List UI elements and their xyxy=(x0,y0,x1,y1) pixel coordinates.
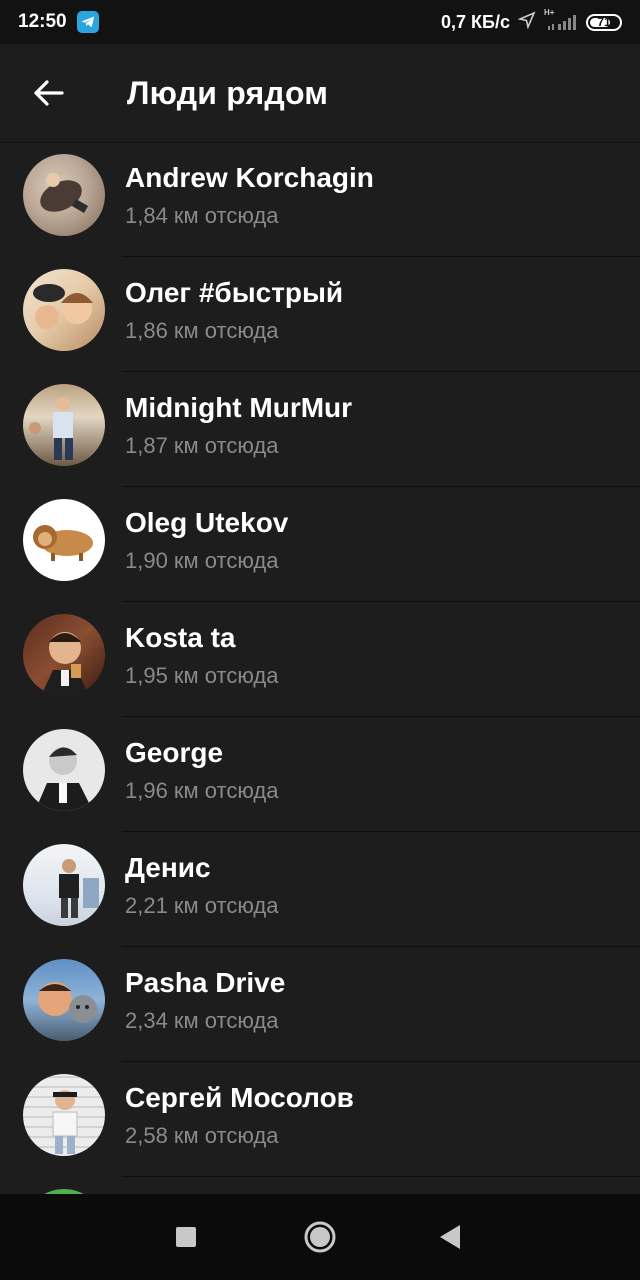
person-name: Oleg Utekov xyxy=(125,507,289,538)
list-item[interactable]: Pasha Drive 2,34 км отсюда xyxy=(0,947,640,1062)
battery-percent: 71 xyxy=(597,15,611,29)
arrow-left-icon xyxy=(34,80,64,106)
person-distance: 2,58 км отсюда xyxy=(125,1123,279,1148)
person-name: George xyxy=(125,737,224,768)
list-item[interactable]: Олег #быстрый 1,86 км отсюда xyxy=(0,257,640,372)
list-item[interactable]: Kosta ta 1,95 км отсюда xyxy=(0,602,640,717)
list-item[interactable]: Сергей Мосолов 2,58 км отсюда xyxy=(0,1062,640,1177)
person-name: Midnight MurMur xyxy=(125,392,353,423)
person-distance: 1,87 км отсюда xyxy=(125,433,279,458)
recents-button[interactable] xyxy=(156,1207,216,1267)
navigation-bar xyxy=(0,1194,640,1280)
system-back-button[interactable] xyxy=(420,1207,480,1267)
battery-icon: 71 xyxy=(586,13,622,31)
avatar xyxy=(23,959,105,1041)
person-distance: 1,95 км отсюда xyxy=(125,663,279,688)
person-name: Kosta ta xyxy=(125,622,236,653)
location-arrow-icon xyxy=(517,10,536,34)
person-distance: 1,96 км отсюда xyxy=(125,778,279,803)
list-item[interactable] xyxy=(0,1177,640,1194)
home-button[interactable] xyxy=(290,1207,350,1267)
telegram-notification-icon xyxy=(76,11,99,33)
avatar xyxy=(23,499,105,581)
triangle-back-icon xyxy=(440,1225,460,1249)
list-item[interactable]: Andrew Korchagin 1,84 км отсюда xyxy=(0,142,640,257)
person-name: Олег #быстрый xyxy=(125,277,344,308)
person-distance: 2,21 км отсюда xyxy=(125,893,279,918)
signal-icon: H+ xyxy=(544,8,578,32)
page-title: Люди рядом xyxy=(127,74,329,111)
person-distance: 1,84 км отсюда xyxy=(125,203,279,228)
person-distance: 1,86 км отсюда xyxy=(125,318,279,343)
status-bar: 12:50 0,7 КБ/с H+ 71 xyxy=(0,0,640,44)
network-speed: 0,7 КБ/с xyxy=(441,11,510,32)
circle-icon xyxy=(304,1221,336,1253)
avatar xyxy=(23,1074,105,1156)
list-item[interactable]: Oleg Utekov 1,90 км отсюда xyxy=(0,487,640,602)
app-bar: Люди рядом xyxy=(0,44,640,142)
avatar xyxy=(23,844,105,926)
avatar xyxy=(23,614,105,696)
status-time: 12:50 xyxy=(18,11,67,32)
person-name: Pasha Drive xyxy=(125,967,286,998)
avatar xyxy=(23,269,105,351)
list-item[interactable]: George 1,96 км отсюда xyxy=(0,717,640,832)
person-name: Сергей Мосолов xyxy=(125,1082,354,1113)
avatar xyxy=(23,154,105,236)
people-list: Andrew Korchagin 1,84 км отсюда Олег #бы… xyxy=(0,142,640,1194)
avatar xyxy=(23,729,105,811)
person-distance: 2,34 км отсюда xyxy=(125,1008,279,1033)
back-button[interactable] xyxy=(17,61,81,125)
square-icon xyxy=(176,1227,196,1247)
person-distance: 1,90 км отсюда xyxy=(125,548,279,573)
avatar xyxy=(23,384,105,466)
person-name: Денис xyxy=(125,852,211,883)
list-item[interactable]: Midnight MurMur 1,87 км отсюда xyxy=(0,372,640,487)
person-name: Andrew Korchagin xyxy=(125,162,374,193)
list-item[interactable]: Денис 2,21 км отсюда xyxy=(0,832,640,947)
